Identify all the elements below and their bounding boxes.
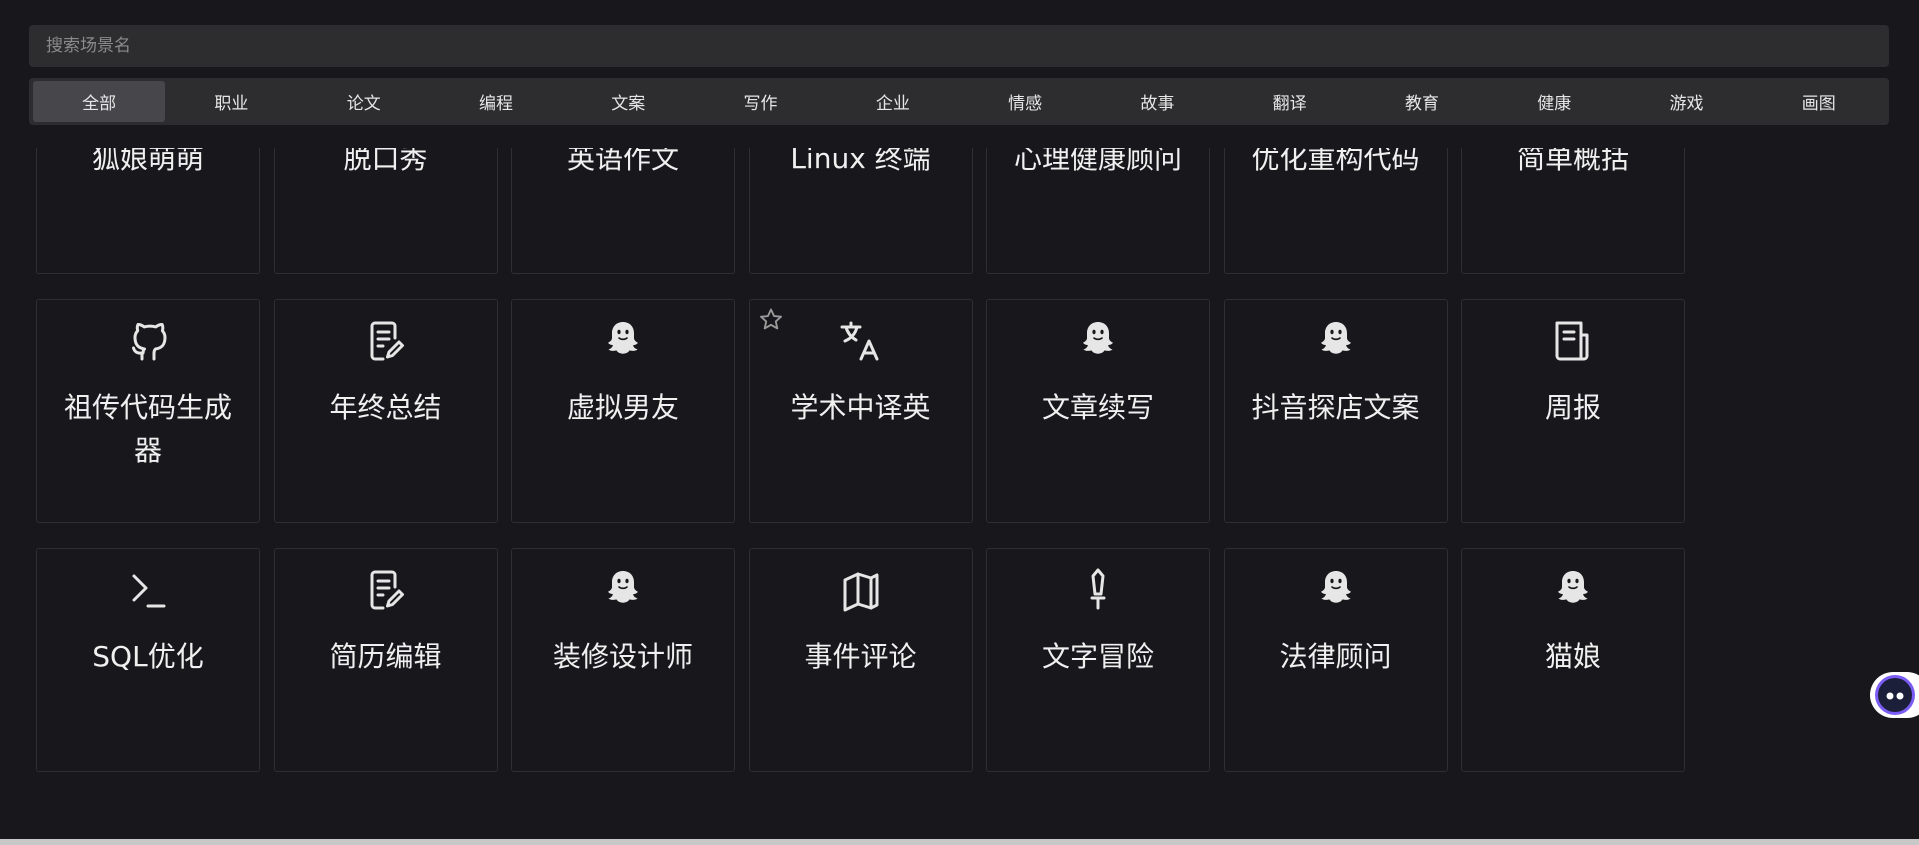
tab-7[interactable]: 情感 xyxy=(959,81,1091,122)
category-tabs: 全部 职业 论文 编程 文案 写作 企业 情感 故事 翻译 教育 健康 游戏 画图 xyxy=(29,78,1889,125)
search-input[interactable] xyxy=(44,35,1874,57)
bottom-scroll-area xyxy=(0,839,1919,845)
scene-card[interactable]: 虚拟男友 xyxy=(511,299,735,523)
scene-card[interactable]: 抖音探店文案 xyxy=(1223,299,1448,523)
scene-card-title: 简单概括 xyxy=(1516,148,1629,175)
scene-card-title: 事件评论 xyxy=(804,640,917,673)
ghost-icon xyxy=(1462,566,1684,614)
scene-card[interactable]: 装修设计师 xyxy=(511,548,735,772)
tab-0[interactable]: 全部 xyxy=(33,81,166,122)
scene-card-title: 心理健康顾问 xyxy=(1013,148,1182,175)
scene-card[interactable]: Linux 终端 xyxy=(748,148,973,274)
github-icon xyxy=(37,317,259,365)
scene-card-title: 法律顾问 xyxy=(1279,640,1392,673)
tab-5[interactable]: 写作 xyxy=(694,81,826,122)
scene-card[interactable]: 法律顾问 xyxy=(1223,548,1448,772)
scene-card[interactable]: SQL优化 xyxy=(36,548,260,772)
scene-card-title: 学术中译英 xyxy=(790,391,931,424)
translate-icon xyxy=(750,317,972,365)
scene-card[interactable]: 心理健康顾问 xyxy=(986,148,1210,274)
tab-10[interactable]: 教育 xyxy=(1356,81,1488,122)
scene-card[interactable]: 简单概括 xyxy=(1461,148,1685,274)
scene-card[interactable]: 文字冒险 xyxy=(986,548,1210,772)
edit-doc-icon xyxy=(275,317,497,365)
scene-card[interactable]: 狐娘萌萌 xyxy=(36,148,260,274)
scene-card[interactable]: 猫娘 xyxy=(1461,548,1685,772)
report-icon xyxy=(1462,317,1684,365)
scene-card[interactable]: 事件评论 xyxy=(748,548,973,772)
scene-card[interactable]: 简历编辑 xyxy=(273,548,498,772)
tab-9[interactable]: 翻译 xyxy=(1224,81,1356,122)
tab-1[interactable]: 职业 xyxy=(165,81,297,122)
assistant-float-button[interactable] xyxy=(1870,672,1919,718)
scene-card-title: 优化重构代码 xyxy=(1251,148,1420,175)
ghost-icon xyxy=(512,566,734,614)
scene-card-title: 文字冒险 xyxy=(1041,640,1154,673)
tab-6[interactable]: 企业 xyxy=(827,81,959,122)
scene-card[interactable]: 祖传代码生成器 xyxy=(36,299,260,523)
scene-grid: 狐娘萌萌 脱口秀 英语作文 Linux 终端 心理健康顾问 优化重构代码 简单概括祖传代码生… xyxy=(0,148,1919,789)
edit-doc-icon xyxy=(275,566,497,614)
scene-card[interactable]: 英语作文 xyxy=(511,148,735,274)
assistant-avatar-icon xyxy=(1878,678,1912,712)
scene-card-title: 狐娘萌萌 xyxy=(91,148,204,175)
ghost-icon xyxy=(1225,566,1447,614)
search-bar xyxy=(29,25,1889,67)
scene-card-title: 周报 xyxy=(1544,391,1601,424)
scene-card-title: 虚拟男友 xyxy=(566,391,679,424)
scene-card-title: 猫娘 xyxy=(1544,640,1601,673)
scene-card-title: 简历编辑 xyxy=(329,640,442,673)
terminal-prompt-icon xyxy=(37,566,259,614)
tab-12[interactable]: 游戏 xyxy=(1620,81,1752,122)
scene-card-title: 文章续写 xyxy=(1041,391,1154,424)
ghost-icon xyxy=(1225,317,1447,365)
tab-4[interactable]: 文案 xyxy=(562,81,694,122)
scene-card-title: 脱口秀 xyxy=(343,148,428,175)
scene-card-title: 装修设计师 xyxy=(552,640,693,673)
tab-8[interactable]: 故事 xyxy=(1091,81,1223,122)
scene-card-title: Linux 终端 xyxy=(790,148,931,175)
scene-card[interactable]: 文章续写 xyxy=(986,299,1210,523)
ghost-icon xyxy=(512,317,734,365)
scene-card-title: 英语作文 xyxy=(566,148,679,175)
book-open-icon xyxy=(750,566,972,614)
tab-2[interactable]: 论文 xyxy=(298,81,430,122)
scene-card-title: 祖传代码生成器 xyxy=(63,391,232,467)
scene-card[interactable]: 优化重构代码 xyxy=(1223,148,1448,274)
scene-card-title: 抖音探店文案 xyxy=(1251,391,1420,424)
sword-icon xyxy=(987,566,1209,614)
scene-card[interactable]: 学术中译英 xyxy=(748,299,973,523)
tab-13[interactable]: 画图 xyxy=(1753,81,1885,122)
ghost-icon xyxy=(987,317,1209,365)
scene-card-title: 年终总结 xyxy=(329,391,442,424)
tab-11[interactable]: 健康 xyxy=(1488,81,1620,122)
tab-3[interactable]: 编程 xyxy=(430,81,562,122)
scene-card[interactable]: 年终总结 xyxy=(273,299,498,523)
scene-card[interactable]: 脱口秀 xyxy=(273,148,498,274)
scene-card[interactable]: 周报 xyxy=(1461,299,1685,523)
scene-card-title: SQL优化 xyxy=(92,640,204,673)
